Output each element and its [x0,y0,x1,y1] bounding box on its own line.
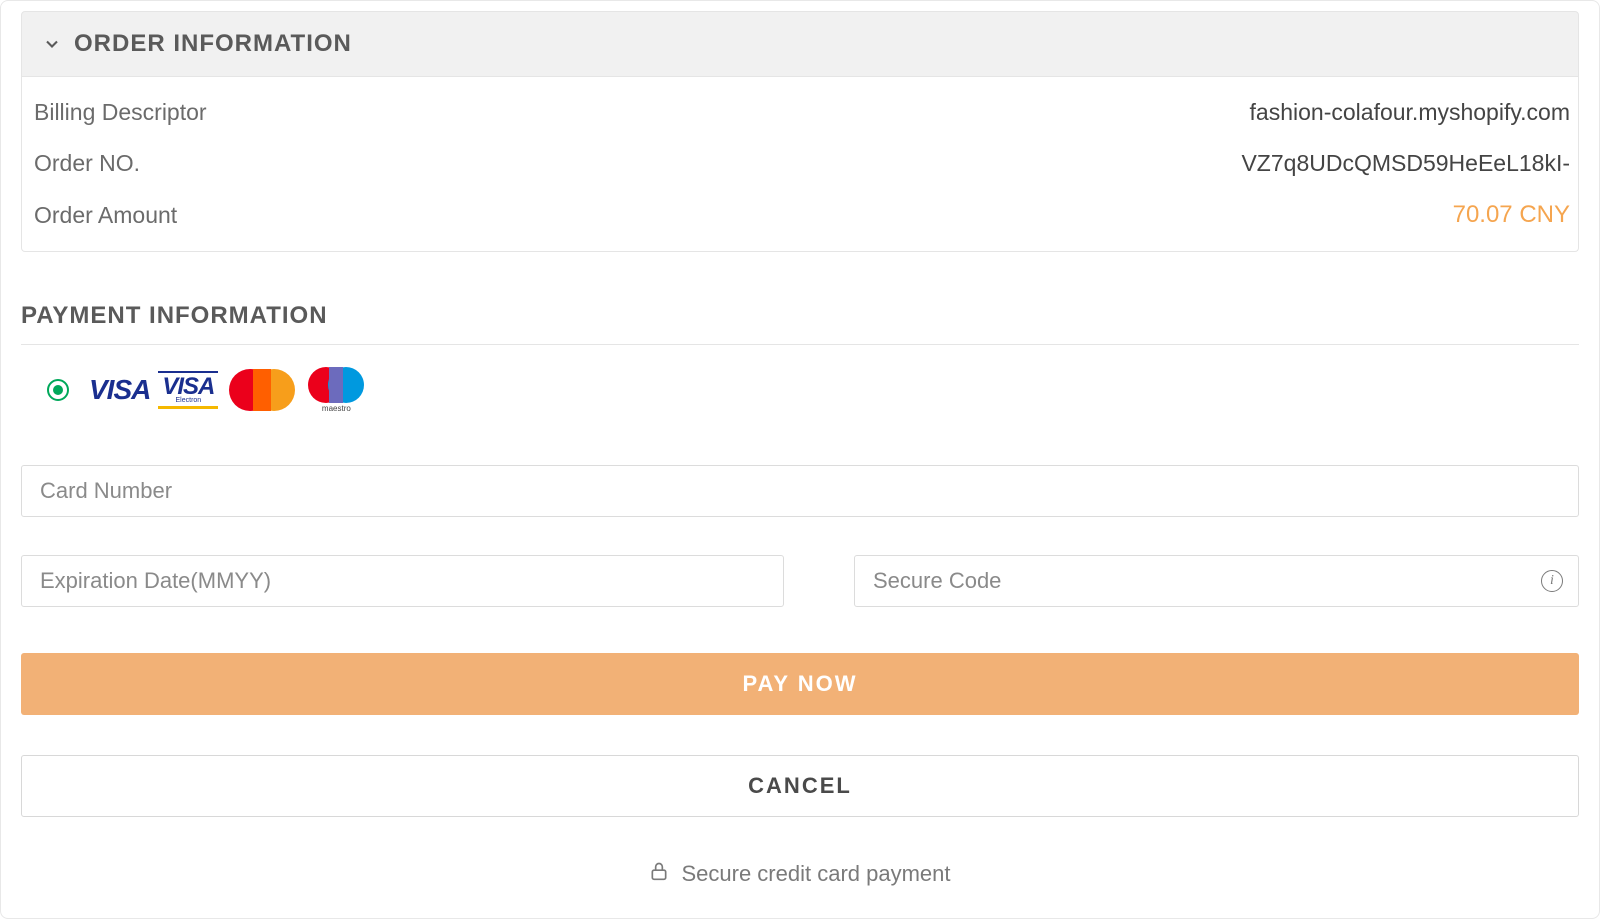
secure-footer-text: Secure credit card payment [681,861,950,887]
order-value: fashion-colafour.myshopify.com [1250,99,1570,126]
order-value: VZ7q8UDcQMSD59HeEeL18kI- [1241,150,1570,177]
order-row: Order Amount 70.07 CNY [34,189,1570,241]
chevron-down-icon [42,34,62,54]
order-row: Billing Descriptor fashion-colafour.mysh… [34,87,1570,138]
order-info-panel: Billing Descriptor fashion-colafour.mysh… [21,77,1579,252]
checkout-container: ORDER INFORMATION Billing Descriptor fas… [0,0,1600,919]
info-icon[interactable]: i [1541,570,1563,592]
order-label: Billing Descriptor [34,99,207,126]
payment-method-radio[interactable] [47,379,69,401]
card-method-row: VISA VISA Electron [21,345,1579,435]
order-amount: 70.07 CNY [1453,201,1570,229]
visa-logo-icon: VISA [87,369,152,411]
pay-now-button[interactable]: PAY NOW [21,653,1579,715]
order-label: Order Amount [34,202,177,229]
order-label: Order NO. [34,150,140,177]
visa-electron-logo-icon: VISA Electron [156,369,220,411]
card-logos: VISA VISA Electron [87,369,368,411]
secure-footer: Secure credit card payment [21,859,1579,908]
order-info-header[interactable]: ORDER INFORMATION [21,11,1579,77]
payment-info-title: PAYMENT INFORMATION [21,302,1579,345]
payment-fields: i [21,465,1579,607]
cancel-button[interactable]: CANCEL [21,755,1579,817]
lock-icon [649,859,669,888]
order-row: Order NO. VZ7q8UDcQMSD59HeEeL18kI- [34,138,1570,189]
card-number-input[interactable] [21,465,1579,517]
mastercard-logo-icon [224,369,300,411]
secure-code-input[interactable] [854,555,1579,607]
expiration-date-input[interactable] [21,555,784,607]
order-info-title: ORDER INFORMATION [74,30,352,58]
maestro-logo-icon: maestro [304,369,368,411]
